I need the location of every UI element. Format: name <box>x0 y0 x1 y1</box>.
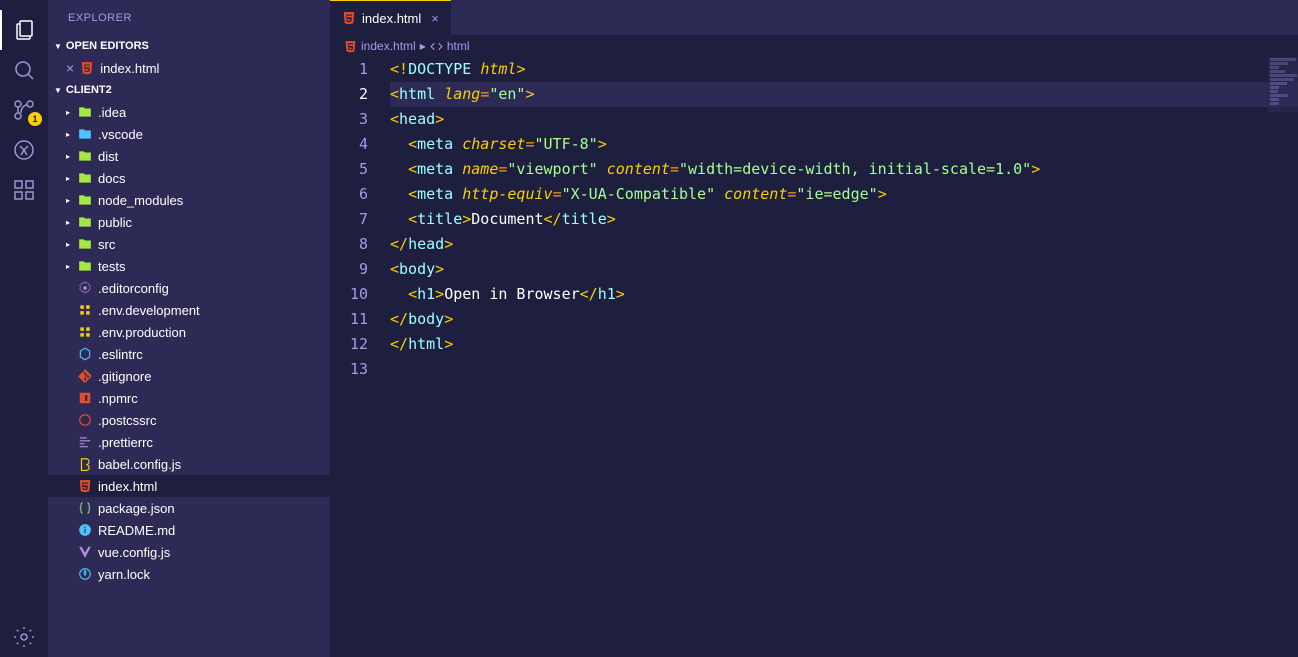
sidebar: EXPLORER ▼ OPEN EDITORS × index.html ▼ C… <box>48 0 330 657</box>
file-item[interactable]: .eslintrc <box>48 343 330 365</box>
folder-item[interactable]: ▸node_modules <box>48 189 330 211</box>
vue-icon <box>76 545 94 559</box>
folder-icon <box>76 127 94 141</box>
breadcrumb[interactable]: index.html ▶ html <box>330 35 1298 57</box>
file-item[interactable]: yarn.lock <box>48 563 330 585</box>
chevron-right-icon: ▸ <box>66 196 76 205</box>
html-icon <box>80 61 94 75</box>
html-icon <box>76 479 94 493</box>
env-icon <box>76 325 94 339</box>
project-header[interactable]: ▼ CLIENT2 <box>48 79 330 101</box>
file-item[interactable]: index.html <box>48 475 330 497</box>
npm-icon <box>76 391 94 405</box>
babel-icon <box>76 457 94 471</box>
chevron-right-icon: ▸ <box>66 130 76 139</box>
explorer-icon[interactable] <box>0 10 48 50</box>
folder-icon <box>76 215 94 229</box>
chevron-right-icon: ▸ <box>66 240 76 249</box>
settings-icon[interactable] <box>0 617 48 657</box>
file-item[interactable]: .prettierrc <box>48 431 330 453</box>
yarn-icon <box>76 567 94 581</box>
close-icon[interactable]: × <box>66 60 74 76</box>
env-icon <box>76 303 94 317</box>
chevron-down-icon: ▼ <box>54 42 62 51</box>
chevron-right-icon: ▶ <box>420 42 426 51</box>
editor-area: index.html × index.html ▶ html 123456789… <box>330 0 1298 657</box>
folder-item[interactable]: ▸.vscode <box>48 123 330 145</box>
file-item[interactable]: .gitignore <box>48 365 330 387</box>
folder-item[interactable]: ▸public <box>48 211 330 233</box>
git-icon <box>76 369 94 383</box>
activity-bar: 1 <box>0 0 48 657</box>
file-item[interactable]: .env.production <box>48 321 330 343</box>
folder-icon <box>76 237 94 251</box>
chevron-down-icon: ▼ <box>54 86 62 95</box>
close-icon[interactable]: × <box>431 11 439 26</box>
eslint-icon <box>76 347 94 361</box>
scm-badge: 1 <box>28 112 42 126</box>
html-icon <box>344 40 357 53</box>
folder-icon <box>76 149 94 163</box>
folder-icon <box>76 193 94 207</box>
chevron-right-icon: ▸ <box>66 218 76 227</box>
folder-item[interactable]: ▸tests <box>48 255 330 277</box>
folder-icon <box>76 171 94 185</box>
tabs: index.html × <box>330 0 1298 35</box>
extensions-icon[interactable] <box>0 170 48 210</box>
postcss-icon <box>76 413 94 427</box>
source-control-icon[interactable]: 1 <box>0 90 48 130</box>
chevron-right-icon: ▸ <box>66 152 76 161</box>
open-editor-item[interactable]: × index.html <box>48 57 330 79</box>
chevron-right-icon: ▸ <box>66 108 76 117</box>
open-editors-header[interactable]: ▼ OPEN EDITORS <box>48 35 330 57</box>
chevron-right-icon: ▸ <box>66 174 76 183</box>
file-item[interactable]: .npmrc <box>48 387 330 409</box>
code-icon <box>430 40 443 53</box>
file-item[interactable]: .editorconfig <box>48 277 330 299</box>
folder-item[interactable]: ▸src <box>48 233 330 255</box>
gear-icon <box>76 281 94 295</box>
prettier-icon <box>76 435 94 449</box>
folder-icon <box>76 105 94 119</box>
file-item[interactable]: .postcssrc <box>48 409 330 431</box>
file-item[interactable]: README.md <box>48 519 330 541</box>
file-item[interactable]: babel.config.js <box>48 453 330 475</box>
search-icon[interactable] <box>0 50 48 90</box>
sidebar-title: EXPLORER <box>48 0 330 35</box>
tab-index-html[interactable]: index.html × <box>330 0 451 35</box>
minimap[interactable] <box>1268 57 1298 112</box>
file-item[interactable]: .env.development <box>48 299 330 321</box>
folder-item[interactable]: ▸docs <box>48 167 330 189</box>
file-item[interactable]: package.json <box>48 497 330 519</box>
folder-item[interactable]: ▸.idea <box>48 101 330 123</box>
code-editor[interactable]: 12345678910111213 <!DOCTYPE html><html l… <box>330 57 1298 657</box>
html-icon <box>342 11 356 25</box>
debug-icon[interactable] <box>0 130 48 170</box>
json-icon <box>76 501 94 515</box>
file-tree: ▸.idea▸.vscode▸dist▸docs▸node_modules▸pu… <box>48 101 330 657</box>
chevron-right-icon: ▸ <box>66 262 76 271</box>
file-item[interactable]: vue.config.js <box>48 541 330 563</box>
folder-item[interactable]: ▸dist <box>48 145 330 167</box>
folder-icon <box>76 259 94 273</box>
info-icon <box>76 523 94 537</box>
